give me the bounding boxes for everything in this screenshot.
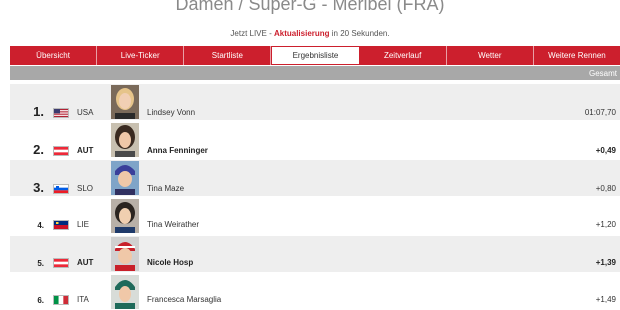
result-time: 01:07,70	[584, 108, 616, 117]
athlete-photo	[111, 237, 139, 271]
athlete-name[interactable]: Tina Weirather	[147, 220, 199, 229]
table-row[interactable]: 2. AUT Anna Fenninger +0,49	[10, 122, 620, 158]
table-row[interactable]: 6. ITA Francesca Marsaglia +1,49	[10, 274, 620, 310]
table-row[interactable]: 4. LIE Tina Weirather +1,20	[10, 198, 620, 234]
athlete-name[interactable]: Francesca Marsaglia	[147, 295, 221, 304]
results-header: Gesamt	[10, 66, 620, 80]
liechtenstein-flag-icon	[53, 220, 69, 230]
athlete-name[interactable]: Anna Fenninger	[147, 146, 208, 155]
athlete-name[interactable]: Lindsey Vonn	[147, 108, 195, 117]
table-row[interactable]: 1. USA Lindsey Vonn 01:07,70	[10, 84, 620, 120]
result-time: +1,49	[595, 295, 616, 304]
athlete-photo	[111, 85, 139, 119]
rank: 4.	[37, 221, 44, 230]
nation: AUT	[77, 146, 94, 155]
table-row[interactable]: 3. SLO Tina Maze +0,80	[10, 160, 620, 196]
refresh-link[interactable]: Aktualisierung	[274, 29, 330, 38]
live-suffix: in 20 Sekunden.	[329, 29, 390, 38]
page-title: Damen / Super-G - Meribel (FRA)	[175, 0, 445, 14]
rank: 2.	[33, 142, 44, 157]
athlete-photo	[111, 275, 139, 309]
tab-zeitverlauf[interactable]: Zeitverlauf	[360, 46, 447, 65]
tab-weitere-rennen[interactable]: Weitere Rennen	[534, 46, 620, 65]
italy-flag-icon	[53, 295, 69, 305]
gesamt-label: Gesamt	[588, 68, 617, 78]
result-time: +0,80	[595, 184, 616, 193]
nation: USA	[77, 108, 94, 117]
usa-flag-icon	[53, 108, 69, 118]
tab-live-ticker[interactable]: Live-Ticker	[97, 46, 185, 65]
nation: ITA	[77, 295, 89, 304]
tab-startliste[interactable]: Startliste	[184, 46, 272, 65]
live-prefix: Jetzt LIVE -	[230, 29, 274, 38]
table-row[interactable]: 5. AUT Nicole Hosp +1,39	[10, 236, 620, 272]
slovenia-flag-icon	[53, 184, 69, 194]
austria-flag-icon	[53, 258, 69, 268]
tab-wetter[interactable]: Wetter	[447, 46, 534, 65]
athlete-photo	[111, 161, 139, 195]
rank: 3.	[33, 180, 44, 195]
tab-uebersicht[interactable]: Übersicht	[10, 46, 98, 65]
athlete-photo	[111, 199, 139, 233]
result-time: +1,39	[595, 258, 616, 267]
tab-bar: Übersicht Live-Ticker Startliste Ergebni…	[10, 46, 620, 65]
nation: SLO	[77, 184, 94, 193]
nation: AUT	[77, 258, 94, 267]
austria-flag-icon	[53, 146, 69, 156]
athlete-photo	[111, 123, 139, 157]
live-status: Jetzt LIVE - Aktualisierung in 20 Sekund…	[0, 29, 620, 38]
rank: 5.	[37, 259, 44, 268]
rank: 6.	[37, 296, 44, 305]
tab-ergebnisliste[interactable]: Ergebnisliste	[271, 46, 360, 65]
nation: LIE	[77, 220, 90, 229]
athlete-name[interactable]: Tina Maze	[147, 184, 184, 193]
result-time: +1,20	[595, 220, 616, 229]
rank: 1.	[33, 104, 44, 119]
athlete-name[interactable]: Nicole Hosp	[147, 258, 193, 267]
result-time: +0,49	[595, 146, 616, 155]
